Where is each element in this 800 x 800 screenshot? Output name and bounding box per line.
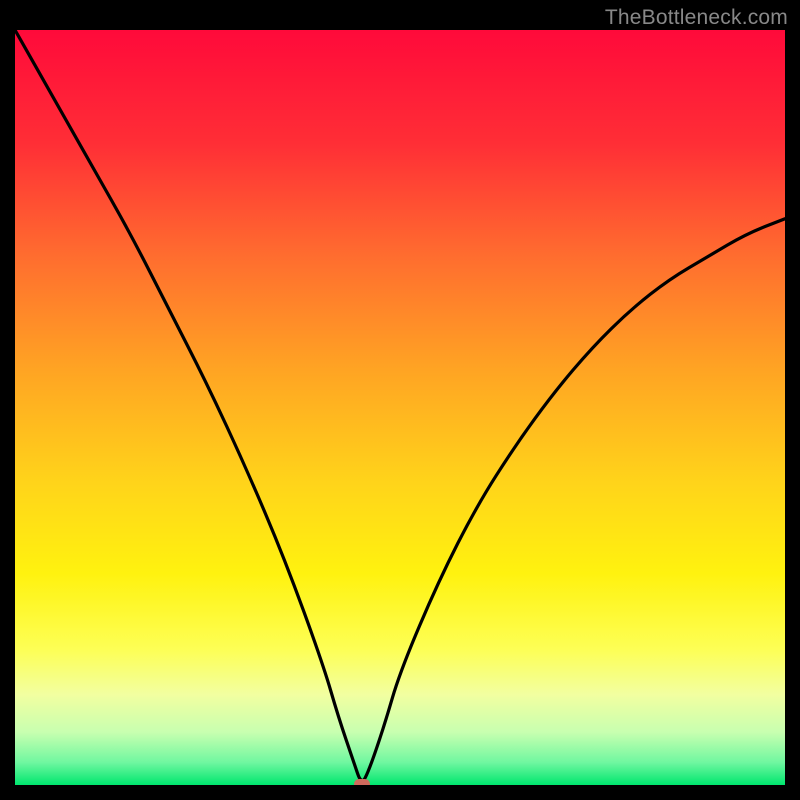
bottleneck-curve [15,30,785,780]
watermark-text: TheBottleneck.com [605,6,788,30]
plot-area [15,30,785,785]
optimal-marker [354,779,370,785]
curve-svg [15,30,785,785]
